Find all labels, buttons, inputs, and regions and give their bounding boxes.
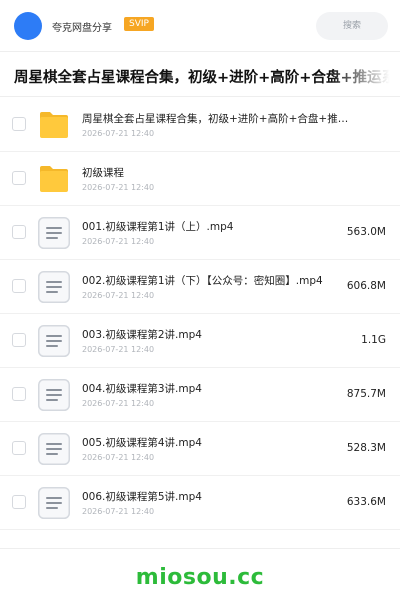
file-size: 606.8M bbox=[346, 280, 386, 292]
row-checkbox[interactable] bbox=[12, 171, 26, 185]
file-date: 2026-07-21 12:40 bbox=[82, 399, 155, 408]
video-file-icon bbox=[38, 433, 70, 465]
file-date: 2026-07-21 12:40 bbox=[82, 507, 155, 516]
file-size: 633.6M bbox=[346, 496, 386, 508]
file-date: 2026-07-21 12:40 bbox=[82, 129, 155, 138]
file-row[interactable]: 005.初级课程第4讲.mp4 2026-07-21 12:40 528.3M bbox=[0, 422, 400, 476]
file-size: 875.7M bbox=[346, 388, 386, 400]
app-name: 夸克网盘分享 bbox=[52, 23, 112, 34]
file-date: 2026-07-21 12:40 bbox=[82, 183, 155, 192]
file-size: 563.0M bbox=[346, 226, 386, 238]
file-name[interactable]: 005.初级课程第4讲.mp4 bbox=[82, 435, 202, 450]
title-fade bbox=[330, 53, 400, 96]
video-file-icon bbox=[38, 487, 70, 519]
file-row[interactable]: 006.初级课程第5讲.mp4 2026-07-21 12:40 633.6M bbox=[0, 476, 400, 530]
file-name[interactable]: 003.初级课程第2讲.mp4 bbox=[82, 327, 202, 342]
video-file-icon bbox=[38, 271, 70, 303]
video-file-icon bbox=[38, 325, 70, 357]
file-list: 周星棋全套占星课程合集，初级+进阶+高阶+合盘+推运系列 2026-07-21 1… bbox=[0, 98, 400, 530]
row-checkbox[interactable] bbox=[12, 225, 26, 239]
row-checkbox[interactable] bbox=[12, 495, 26, 509]
file-name[interactable]: 周星棋全套占星课程合集，初级+进阶+高阶+合盘+推运系列 bbox=[82, 111, 352, 126]
file-size: 528.3M bbox=[346, 442, 386, 454]
folder-row[interactable]: 周星棋全套占星课程合集，初级+进阶+高阶+合盘+推运系列 2026-07-21 1… bbox=[0, 98, 400, 152]
file-date: 2026-07-21 12:40 bbox=[82, 291, 155, 300]
row-checkbox[interactable] bbox=[12, 279, 26, 293]
file-date: 2026-07-21 12:40 bbox=[82, 237, 155, 246]
file-name[interactable]: 004.初级课程第3讲.mp4 bbox=[82, 381, 202, 396]
folder-icon bbox=[38, 109, 70, 141]
row-checkbox[interactable] bbox=[12, 387, 26, 401]
avatar[interactable] bbox=[14, 12, 42, 40]
row-checkbox[interactable] bbox=[12, 333, 26, 347]
file-name[interactable]: 006.初级课程第5讲.mp4 bbox=[82, 489, 202, 504]
file-row[interactable]: 003.初级课程第2讲.mp4 2026-07-21 12:40 1.1G bbox=[0, 314, 400, 368]
file-date: 2026-07-21 12:40 bbox=[82, 345, 155, 354]
row-checkbox[interactable] bbox=[12, 441, 26, 455]
row-checkbox[interactable] bbox=[12, 117, 26, 131]
watermark-text: miosou.cc bbox=[135, 565, 265, 590]
svip-badge: SVIP bbox=[124, 17, 154, 31]
folder-row[interactable]: 初级课程 2026-07-21 12:40 bbox=[0, 152, 400, 206]
file-name[interactable]: 001.初级课程第1讲（上）.mp4 bbox=[82, 219, 233, 234]
folder-icon bbox=[38, 163, 70, 195]
search-input[interactable]: 搜索 bbox=[316, 12, 388, 40]
file-row[interactable]: 002.初级课程第1讲（下）【公众号：密知圈】.mp4 2026-07-21 12… bbox=[0, 260, 400, 314]
file-size: 1.1G bbox=[361, 334, 386, 346]
file-row[interactable]: 001.初级课程第1讲（上）.mp4 2026-07-21 12:40 563.0M bbox=[0, 206, 400, 260]
video-file-icon bbox=[38, 217, 70, 249]
file-date: 2026-07-21 12:40 bbox=[82, 453, 155, 462]
folder-title-row: 周星棋全套占星课程合集，初级+进阶+高阶+合盘+推运系列 bbox=[0, 53, 400, 97]
file-name[interactable]: 002.初级课程第1讲（下）【公众号：密知圈】.mp4 bbox=[82, 273, 323, 288]
video-file-icon bbox=[38, 379, 70, 411]
file-row[interactable]: 004.初级课程第3讲.mp4 2026-07-21 12:40 875.7M bbox=[0, 368, 400, 422]
app-header: 夸克网盘分享 SVIP 搜索 bbox=[0, 0, 400, 52]
file-name[interactable]: 初级课程 bbox=[82, 165, 124, 180]
